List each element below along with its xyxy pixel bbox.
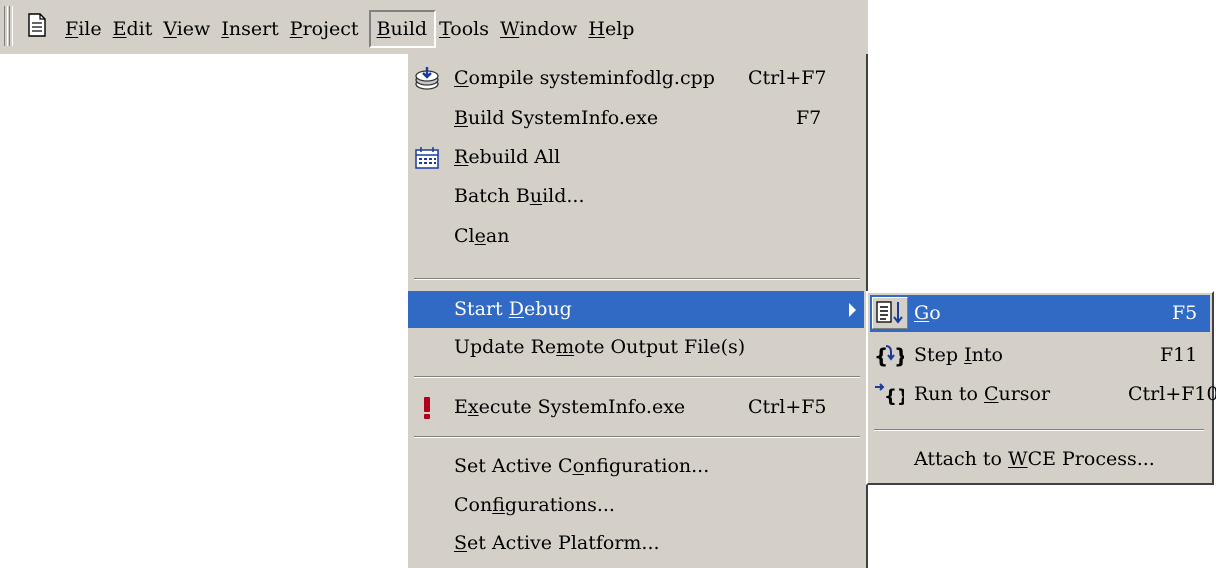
menu-tools[interactable]: Tools (436, 12, 497, 46)
menuitem-build[interactable]: Build SystemInfo.exe F7 (408, 100, 864, 137)
menu-separator (414, 278, 860, 280)
menu-insert[interactable]: Insert (218, 12, 286, 46)
menu-view[interactable]: View (160, 12, 218, 46)
shortcut-go: F5 (1172, 302, 1198, 324)
shortcut-execute: Ctrl+F5 (748, 396, 827, 418)
submenu-arrow-icon (849, 303, 856, 317)
menu-bar: File Edit View Insert Project Build Tool… (0, 0, 868, 54)
menuitem-run-to-cursor[interactable]: {} Run to Cursor Ctrl+F10 (870, 376, 1216, 413)
menuitem-go[interactable]: Go F5 (870, 295, 1210, 332)
menuitem-rebuild-all[interactable]: Rebuild All (408, 139, 864, 176)
menuitem-attach-wce-process[interactable]: Attach to WCE Process... (870, 441, 1210, 478)
menu-separator (874, 429, 1204, 431)
menuitem-start-debug[interactable]: Start Debug (408, 291, 864, 328)
build-menu-dropdown: Compile systeminfodlg.cpp Ctrl+F7 Build … (406, 54, 868, 568)
svg-text:{}: {} (884, 386, 904, 407)
shortcut-step-into: F11 (1160, 344, 1198, 366)
shortcut-compile: Ctrl+F7 (748, 67, 827, 89)
menu-help[interactable]: Help (585, 12, 642, 46)
menu-window[interactable]: Window (497, 12, 585, 46)
run-to-cursor-icon: {} (875, 383, 904, 407)
menu-separator (414, 436, 860, 438)
menu-file[interactable]: File (62, 12, 110, 46)
menu-project[interactable]: Project (287, 12, 367, 46)
shortcut-run-to-cursor: Ctrl+F10 (1128, 383, 1216, 405)
menuitem-set-active-configuration[interactable]: Set Active Configuration... (408, 448, 864, 485)
toolbar-grip-2[interactable] (9, 6, 13, 46)
menuitem-set-active-platform[interactable]: Set Active Platform... (408, 525, 864, 562)
menuitem-batch-build[interactable]: Batch Build... (408, 178, 864, 215)
menuitem-step-into[interactable]: { } Step Into F11 (870, 337, 1210, 374)
svg-text:{: { (874, 344, 888, 368)
step-into-icon: { } (874, 344, 904, 368)
toolbar-grip[interactable] (4, 6, 8, 46)
menu-build[interactable]: Build (368, 10, 437, 48)
document-icon[interactable] (28, 13, 46, 37)
menuitem-clean[interactable]: Clean (408, 218, 864, 255)
svg-text:}: } (894, 344, 904, 368)
go-icon (876, 301, 903, 324)
go-icon-frame (872, 297, 908, 329)
exclamation-icon (424, 397, 430, 419)
compile-icon (415, 67, 439, 90)
menuitem-execute[interactable]: Execute SystemInfo.exe Ctrl+F5 (408, 389, 864, 426)
shortcut-build: F7 (796, 107, 822, 129)
menuitem-configurations[interactable]: Configurations... (408, 487, 864, 524)
start-debug-submenu: Go F5 { } Step Into F11 {} Run to Cursor… (866, 291, 1216, 485)
rebuild-icon (415, 147, 439, 169)
menu-edit[interactable]: Edit (110, 12, 161, 46)
menuitem-update-remote-output[interactable]: Update Remote Output File(s) (408, 329, 864, 366)
menu-separator (414, 376, 860, 378)
menuitem-compile[interactable]: Compile systeminfodlg.cpp Ctrl+F7 (408, 60, 864, 97)
